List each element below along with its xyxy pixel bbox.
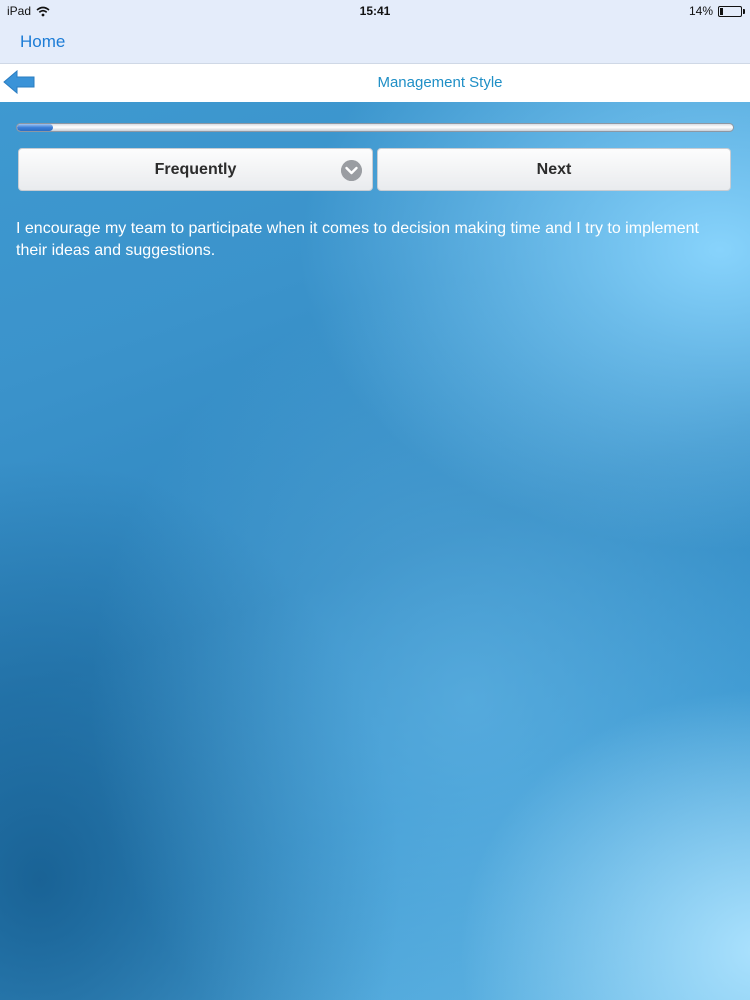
home-link[interactable]: Home <box>20 32 65 52</box>
status-time: 15:41 <box>359 4 391 18</box>
answer-select[interactable]: Frequently <box>18 148 373 191</box>
battery-icon <box>718 5 745 17</box>
status-bar: iPad 15:41 14% <box>0 0 750 22</box>
next-button[interactable]: Next <box>377 148 731 191</box>
battery-level <box>720 7 723 15</box>
next-button-label: Next <box>536 160 572 178</box>
chevron-down-icon <box>341 160 362 181</box>
battery-percent: 14% <box>688 4 713 18</box>
progress-fill <box>17 124 53 131</box>
nav-bar: Home <box>0 22 750 64</box>
app-screen: iPad 15:41 14% Home Management Style Fre <box>0 0 750 1000</box>
battery-tip <box>743 8 745 14</box>
question-text: I encourage my team to participate when … <box>16 220 699 259</box>
answer-select-value: Frequently <box>154 160 237 178</box>
status-right: 14% <box>688 4 745 18</box>
progress-bar <box>16 123 734 132</box>
page-title: Management Style <box>377 74 503 91</box>
title-bar: Management Style <box>0 64 750 102</box>
back-arrow-icon[interactable] <box>3 70 35 94</box>
